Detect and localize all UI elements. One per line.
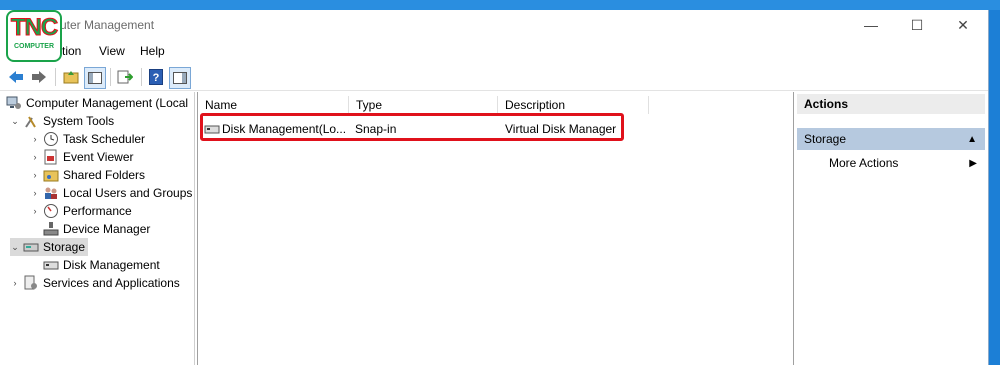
svg-text:?: ? — [153, 72, 160, 84]
tree-item-system-tools[interactable]: ⌄ System Tools — [10, 112, 114, 130]
submenu-arrow-icon: ▶ — [969, 157, 977, 169]
chevron-down-icon[interactable]: ⌄ — [10, 116, 20, 127]
toolbar-separator — [141, 68, 142, 86]
help-icon[interactable]: ? — [146, 67, 166, 87]
window-title: uter Management — [60, 18, 155, 32]
shared-folders-icon — [43, 167, 59, 183]
tree-item-label: Computer Management (Local — [26, 96, 189, 110]
computer-management-icon — [6, 95, 22, 111]
tree-item-label: Shared Folders — [63, 168, 146, 182]
task-scheduler-icon — [43, 131, 59, 147]
chevron-right-icon[interactable]: › — [30, 188, 40, 198]
chevron-right-icon[interactable]: › — [30, 170, 40, 180]
tree-item-label: Device Manager — [63, 222, 151, 236]
export-list-icon[interactable] — [115, 67, 135, 87]
device-manager-icon — [43, 221, 59, 237]
chevron-right-icon[interactable]: › — [10, 278, 20, 288]
desktop-background — [0, 0, 1000, 10]
menu-view[interactable]: View — [99, 44, 125, 58]
tree-item-device-manager[interactable]: Device Manager — [30, 220, 150, 238]
collapse-arrow-icon[interactable]: ▲ — [967, 134, 977, 145]
tree-item-label: Task Scheduler — [63, 132, 146, 146]
storage-icon — [23, 239, 39, 255]
close-button[interactable]: ✕ — [940, 10, 986, 40]
more-actions-item[interactable]: More Actions ▶ — [797, 152, 985, 174]
tree-item-storage[interactable]: ⌄ Storage — [10, 238, 89, 256]
column-header-description[interactable]: Description — [498, 96, 649, 114]
column-header-name[interactable]: Name — [198, 96, 349, 114]
disk-management-icon — [43, 257, 59, 273]
performance-icon — [43, 203, 59, 219]
tree-item-label: Performance — [63, 204, 132, 218]
tree-item-label: Local Users and Groups — [63, 186, 193, 200]
event-viewer-icon — [43, 149, 59, 165]
chevron-right-icon[interactable]: › — [30, 152, 40, 162]
up-folder-icon[interactable] — [61, 67, 81, 87]
show-hide-action-pane-icon[interactable] — [169, 67, 191, 89]
toolbar-separator — [55, 68, 56, 86]
tree-item-computer-management[interactable]: Computer Management (Local — [6, 94, 188, 112]
forward-icon[interactable] — [29, 67, 49, 87]
show-hide-tree-icon[interactable] — [84, 67, 106, 89]
title-bar[interactable]: uter Management — ☐ ✕ — [0, 10, 988, 40]
actions-section-label: Storage — [804, 132, 847, 146]
toolbar-separator — [110, 68, 111, 86]
local-users-icon — [43, 185, 59, 201]
tree-item-performance[interactable]: › Performance — [30, 202, 132, 220]
tree-item-task-scheduler[interactable]: › Task Scheduler — [30, 130, 145, 148]
console-tree: Computer Management (Local ⌄ System Tool… — [2, 92, 195, 365]
logo-text: TNC — [10, 14, 58, 42]
actions-header: Actions — [797, 94, 985, 114]
maximize-button[interactable]: ☐ — [894, 10, 940, 40]
tree-item-shared-folders[interactable]: › Shared Folders — [30, 166, 146, 184]
computer-management-window: uter Management — ☐ ✕ tion View Help ? C… — [0, 10, 989, 365]
back-icon[interactable] — [6, 67, 26, 87]
minimize-button[interactable]: — — [848, 10, 894, 40]
tree-item-label: Disk Management — [63, 258, 160, 272]
system-tools-icon — [23, 113, 39, 129]
more-actions-label: More Actions — [829, 156, 899, 170]
column-header-type[interactable]: Type — [349, 96, 498, 114]
highlight-box — [200, 113, 624, 141]
tree-item-event-viewer[interactable]: › Event Viewer — [30, 148, 133, 166]
tree-item-label: System Tools — [43, 114, 115, 128]
logo-subtext: COMPUTER — [13, 43, 55, 50]
tree-item-label: Services and Applications — [43, 276, 180, 290]
chevron-right-icon[interactable]: › — [30, 134, 40, 144]
actions-section-storage[interactable]: Storage ▲ — [797, 128, 985, 150]
toolbar: ? — [0, 64, 988, 91]
tree-item-label: Storage — [43, 240, 86, 254]
tnc-computer-logo: TNC COMPUTER — [6, 10, 62, 62]
tree-item-label: Event Viewer — [63, 150, 134, 164]
menu-action[interactable]: tion — [62, 44, 81, 58]
tree-item-local-users-groups[interactable]: › Local Users and Groups — [30, 184, 193, 202]
services-icon — [23, 275, 39, 291]
tree-item-services-applications[interactable]: › Services and Applications — [10, 274, 180, 292]
actions-pane: Actions Storage ▲ More Actions ▶ — [797, 92, 988, 365]
tree-item-disk-management[interactable]: Disk Management — [30, 256, 160, 274]
menu-help[interactable]: Help — [140, 44, 165, 58]
menu-bar: tion View Help — [0, 40, 988, 62]
chevron-right-icon[interactable]: › — [30, 206, 40, 216]
chevron-down-icon[interactable]: ⌄ — [10, 242, 20, 253]
